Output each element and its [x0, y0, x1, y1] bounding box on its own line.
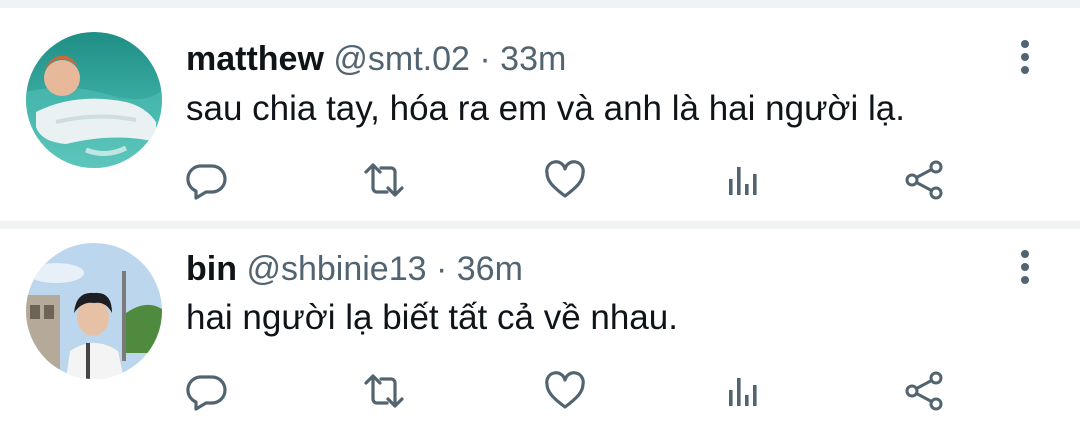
tweet[interactable]: matthew @smt.02 · 33m sau chia tay, hóa … — [0, 8, 1080, 213]
display-name[interactable]: matthew — [186, 40, 324, 78]
share-button[interactable] — [902, 158, 946, 202]
tweet-divider — [0, 221, 1080, 229]
retweet-button[interactable] — [362, 369, 406, 413]
more-options-button[interactable] — [1012, 248, 1038, 288]
top-divider — [0, 0, 1080, 8]
tweet-text: sau chia tay, hóa ra em và anh là hai ng… — [186, 89, 905, 128]
analytics-icon — [729, 167, 757, 195]
tweet-header: bin @shbinie13 · 36m — [186, 249, 523, 289]
avatar[interactable] — [26, 243, 162, 379]
separator-dot: · — [435, 250, 448, 288]
reply-icon — [186, 164, 227, 200]
timestamp[interactable]: 36m — [457, 250, 523, 288]
more-options-button[interactable] — [1012, 38, 1038, 78]
reply-button[interactable] — [184, 369, 228, 413]
reply-button[interactable] — [184, 158, 228, 202]
retweet-icon — [364, 163, 404, 197]
reply-icon — [186, 375, 227, 411]
more-vertical-icon — [1021, 40, 1029, 74]
like-button[interactable] — [543, 158, 587, 202]
share-icon — [905, 371, 943, 411]
action-bar — [0, 158, 1080, 208]
display-name[interactable]: bin — [186, 250, 237, 288]
username-handle[interactable]: @smt.02 — [333, 40, 470, 78]
analytics-button[interactable] — [721, 158, 765, 202]
username-handle[interactable]: @shbinie13 — [246, 250, 426, 288]
like-icon — [545, 160, 585, 198]
more-vertical-icon — [1021, 250, 1029, 284]
analytics-button[interactable] — [721, 369, 765, 413]
action-bar — [0, 369, 1080, 419]
share-icon — [905, 160, 943, 200]
like-icon — [545, 371, 585, 409]
tweet-header: matthew @smt.02 · 33m — [186, 39, 566, 79]
timestamp[interactable]: 33m — [500, 40, 566, 78]
retweet-icon — [364, 374, 404, 408]
analytics-icon — [729, 378, 757, 406]
share-button[interactable] — [902, 369, 946, 413]
tweet[interactable]: bin @shbinie13 · 36m hai người lạ biết t… — [0, 229, 1080, 433]
separator-dot: · — [479, 40, 491, 78]
like-button[interactable] — [543, 369, 587, 413]
tweet-text: hai người lạ biết tất cả về nhau. — [186, 298, 678, 337]
avatar[interactable] — [26, 32, 162, 168]
retweet-button[interactable] — [362, 158, 406, 202]
